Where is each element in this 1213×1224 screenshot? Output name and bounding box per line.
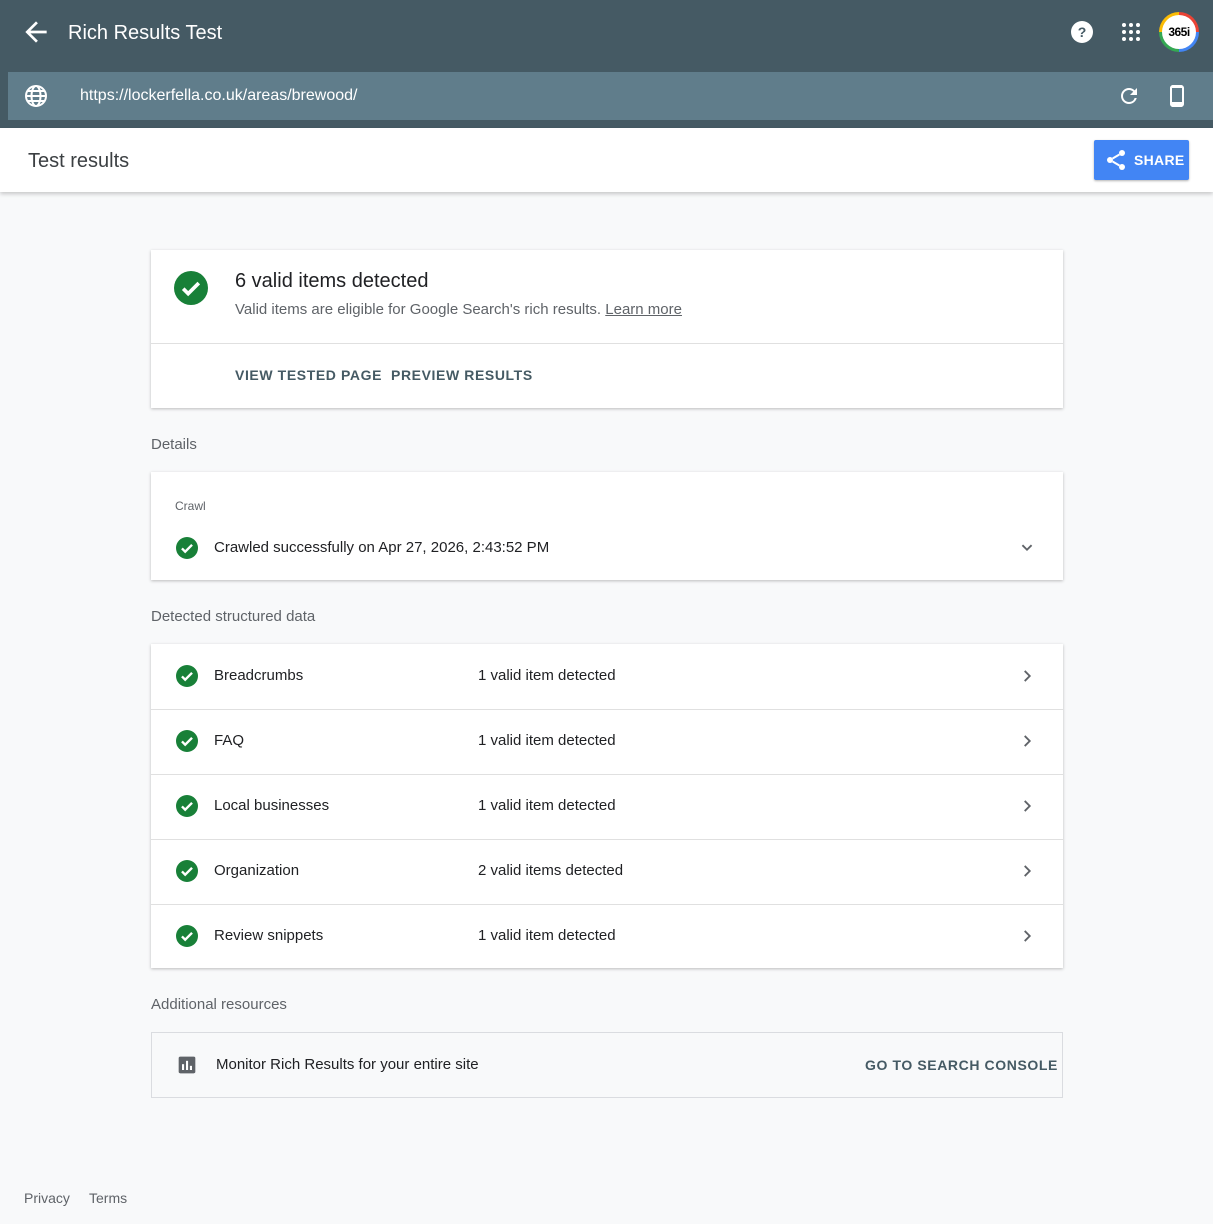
resource-text: Monitor Rich Results for your entire sit…: [216, 1056, 479, 1073]
structured-item-count: 1 valid item detected: [478, 667, 616, 684]
check-icon: [176, 730, 198, 752]
bar-chart-icon: [177, 1055, 199, 1077]
chevron-right-icon: [1016, 860, 1038, 882]
structured-data-card: Breadcrumbs 1 valid item detected FAQ 1 …: [151, 644, 1063, 968]
privacy-link[interactable]: Privacy: [24, 1190, 70, 1206]
summary-subtitle: Valid items are eligible for Google Sear…: [235, 301, 682, 318]
svg-text:?: ?: [1078, 24, 1087, 40]
structured-item-count: 1 valid item detected: [478, 797, 616, 814]
app-bar: Rich Results Test ? 365i: [0, 0, 1213, 128]
structured-item-name: Local businesses: [214, 797, 330, 814]
url-input[interactable]: [80, 85, 980, 107]
go-to-search-console-button[interactable]: GO TO SEARCH CONSOLE: [865, 1057, 1058, 1073]
summary-subtitle-text: Valid items are eligible for Google Sear…: [235, 301, 602, 318]
url-bar: [8, 72, 1213, 120]
crawl-status-row[interactable]: Crawled successfully on Apr 27, 2026, 2:…: [151, 530, 1063, 564]
page-title: Test results: [28, 150, 130, 172]
structured-item-organization[interactable]: Organization 2 valid items detected: [151, 839, 1063, 905]
structured-item-local-businesses[interactable]: Local businesses 1 valid item detected: [151, 774, 1063, 840]
terms-link[interactable]: Terms: [89, 1190, 127, 1206]
apps-grid-icon[interactable]: [1119, 20, 1143, 44]
structured-item-count: 1 valid item detected: [478, 927, 616, 944]
view-tested-page-button[interactable]: VIEW TESTED PAGE: [235, 367, 382, 383]
resources-section-label: Additional resources: [151, 996, 287, 1013]
check-icon: [176, 537, 198, 559]
chevron-right-icon: [1016, 925, 1038, 947]
structured-item-breadcrumbs[interactable]: Breadcrumbs 1 valid item detected: [151, 644, 1063, 710]
structured-item-name: Organization: [214, 862, 300, 879]
crawl-card: Crawl Crawled successfully on Apr 27, 20…: [151, 472, 1063, 580]
check-icon: [176, 795, 198, 817]
globe-icon: [24, 84, 48, 108]
structured-data-section-label: Detected structured data: [151, 608, 316, 625]
results-header: Test results SHARE: [0, 128, 1213, 192]
share-button[interactable]: SHARE: [1094, 140, 1189, 180]
structured-item-name: Review snippets: [214, 927, 324, 944]
check-icon: [176, 665, 198, 687]
structured-item-review-snippets[interactable]: Review snippets 1 valid item detected: [151, 904, 1063, 969]
search-console-card: Monitor Rich Results for your entire sit…: [151, 1032, 1063, 1098]
details-section-label: Details: [151, 436, 197, 453]
valid-check-icon: [174, 271, 208, 305]
account-avatar[interactable]: 365i: [1159, 12, 1199, 52]
check-icon: [176, 925, 198, 947]
structured-item-count: 1 valid item detected: [478, 732, 616, 749]
app-title: Rich Results Test: [68, 22, 223, 44]
summary-card: 6 valid items detected Valid items are e…: [151, 250, 1063, 408]
chevron-right-icon: [1016, 795, 1038, 817]
structured-item-name: FAQ: [214, 732, 245, 749]
share-label: SHARE: [1134, 152, 1185, 168]
back-arrow-icon[interactable]: [20, 16, 52, 48]
crawl-status-text: Crawled successfully on Apr 27, 2026, 2:…: [214, 539, 550, 556]
reload-icon[interactable]: [1117, 84, 1141, 108]
divider: [151, 343, 1063, 344]
learn-more-link[interactable]: Learn more: [605, 301, 682, 318]
crawl-label: Crawl: [175, 499, 206, 513]
structured-item-name: Breadcrumbs: [214, 667, 304, 684]
summary-title: 6 valid items detected: [235, 270, 429, 292]
avatar-text: 365i: [1162, 15, 1196, 49]
chevron-right-icon: [1016, 665, 1038, 687]
structured-item-count: 2 valid items detected: [478, 862, 624, 879]
help-icon[interactable]: ?: [1070, 20, 1094, 44]
preview-results-button[interactable]: PREVIEW RESULTS: [391, 367, 533, 383]
structured-item-faq[interactable]: FAQ 1 valid item detected: [151, 709, 1063, 775]
chevron-down-icon[interactable]: [1016, 536, 1038, 558]
mobile-device-icon[interactable]: [1165, 84, 1189, 108]
share-icon: [1107, 150, 1125, 170]
chevron-right-icon: [1016, 730, 1038, 752]
check-icon: [176, 860, 198, 882]
